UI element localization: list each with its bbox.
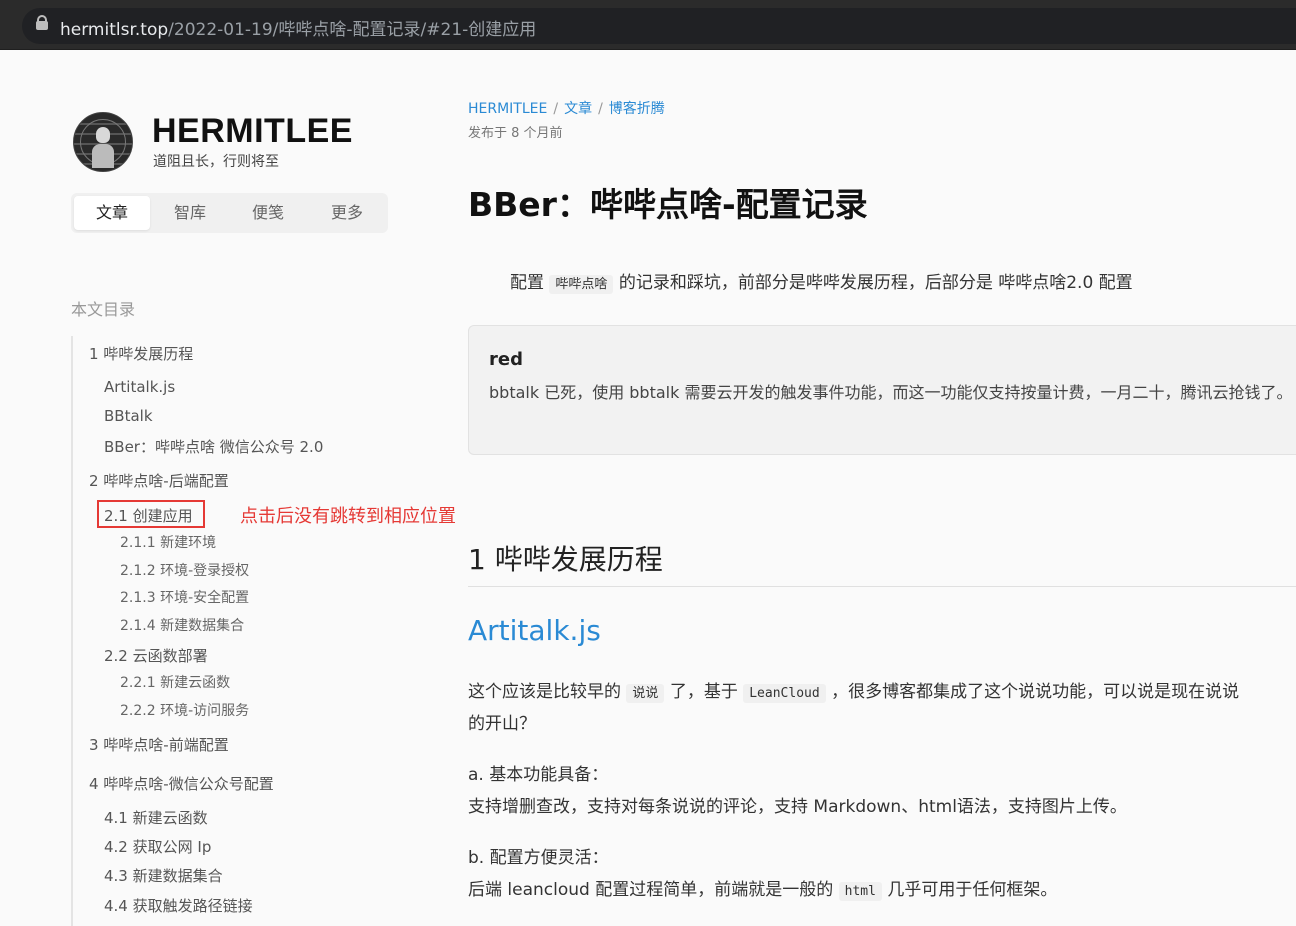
publish-date: 发布于 8 个月前 [468,126,563,141]
intro-text: 配置 [510,273,544,293]
toc-item[interactable]: 4.4 获取触发路径链接 [104,895,253,916]
post-title: BBer：哔哔点啥-配置记录 [468,185,868,224]
toc-item[interactable]: 2.1.1 新建环境 [120,532,216,552]
toc-item[interactable]: 2.2.1 新建云函数 [120,672,230,692]
inline-code: LeanCloud [743,684,826,703]
toc-item[interactable]: 1 哔哔发展历程 [89,343,193,364]
annotation-text: 点击后没有跳转到相应位置 [240,506,456,527]
section-heading: 1 哔哔发展历程 [468,543,663,576]
toc-item[interactable]: 2.1.2 环境-登录授权 [120,560,249,580]
inline-code: html [838,882,882,901]
paragraph: 支持增删查改，支持对每条说说的评论，支持 Markdown、html语法，支持图… [468,797,1127,817]
toc-item[interactable]: 4.2 获取公网 Ip [104,836,211,857]
breadcrumb-articles[interactable]: 文章 [564,101,592,117]
toc-item[interactable]: 2.1.3 环境-安全配置 [120,587,249,607]
paragraph-text: 了，基于 [669,682,738,702]
site-title[interactable]: HERMITLEE [152,112,353,151]
lock-icon[interactable] [36,15,48,34]
subsection-heading[interactable]: Artitalk.js [468,614,601,647]
url-text[interactable]: hermitlsr.top/2022-01-19/哔哔点啥-配置记录/#21-创… [60,15,536,40]
heading-divider [468,586,1296,587]
toc-item[interactable]: 3 哔哔点啥-前端配置 [89,734,229,755]
highlight-box [97,500,205,528]
toc-divider [71,336,73,926]
paragraph: 的开山？ [468,714,536,734]
toc-item[interactable]: BBer：哔哔点啥 微信公众号 2.0 [104,436,323,457]
intro-paragraph: 配置 哔哔点啥 的记录和踩坑，前部分是哔哔发展历程，后部分是 哔哔点啥2.0 配… [510,268,1133,294]
url-host: hermitlsr.top [60,20,169,40]
paragraph-text: ，很多博客都集成了这个说说功能，可以说是现在说说 [831,682,1240,702]
toc-item[interactable]: 4 哔哔点啥-微信公众号配置 [89,773,274,794]
toc-item[interactable]: BBtalk [104,407,153,425]
callout-note: red bbtalk 已死，使用 bbtalk 需要云开发的触发事件功能，而这一… [468,325,1296,455]
toc-title: 本文目录 [71,300,136,319]
toc-item[interactable]: 2 哔哔点啥-后端配置 [89,470,229,491]
url-path: /2022-01-19/哔哔点啥-配置记录/#21-创建应用 [168,20,537,40]
nav-tab-more[interactable]: 更多 [309,196,385,230]
nav-tab-notes[interactable]: 便笺 [230,196,306,230]
paragraph-text: 这个应该是比较早的 [468,682,621,702]
breadcrumb-category[interactable]: 博客折腾 [609,101,665,117]
inline-code: 说说 [626,684,665,703]
paragraph-text: 后端 leancloud 配置过程简单，前端就是一般的 [468,880,834,900]
callout-text: bbtalk 已死，使用 bbtalk 需要云开发的触发事件功能，而这一功能仅支… [489,383,1293,402]
intro-text: 的记录和踩坑，前部分是哔哔发展历程，后部分是 哔哔点啥2.0 配置 [618,273,1133,293]
paragraph: b. 配置方便灵活： [468,848,609,868]
toc-item[interactable]: 2.1.4 新建数据集合 [120,615,244,635]
paragraph: 后端 leancloud 配置过程简单，前端就是一般的 html 几乎可用于任何… [468,874,1057,908]
browser-address-bar: hermitlsr.top/2022-01-19/哔哔点啥-配置记录/#21-创… [0,0,1296,50]
breadcrumb: HERMITLEE / 文章 / 博客折腾 [468,101,665,117]
callout-title: red [489,349,523,370]
site-subtitle: 道阻且长，行则将至 [153,154,279,170]
toc-item[interactable]: 2.2.2 环境-访问服务 [120,700,249,720]
avatar[interactable] [73,112,133,172]
toc-item[interactable]: 4.3 新建数据集合 [104,865,223,886]
paragraph-text: 几乎可用于任何框架。 [887,880,1058,900]
paragraph: 这个应该是比较早的 说说 了，基于 LeanCloud ，很多博客都集成了这个说… [468,676,1239,710]
main-nav: 文章 智库 便笺 更多 [71,193,388,233]
page: HERMITLEE 道阻且长，行则将至 文章 智库 便笺 更多 本文目录 1 哔… [0,50,1296,926]
inline-code: 哔哔点啥 [549,275,614,294]
toc-item[interactable]: 4.1 新建云函数 [104,807,208,828]
toc-item[interactable]: 2.2 云函数部署 [104,645,208,666]
paragraph: a. 基本功能具备： [468,765,609,785]
breadcrumb-home[interactable]: HERMITLEE [468,101,547,117]
nav-tab-library[interactable]: 智库 [152,196,228,230]
toc-item[interactable]: Artitalk.js [104,378,175,396]
nav-tab-articles[interactable]: 文章 [74,196,150,230]
